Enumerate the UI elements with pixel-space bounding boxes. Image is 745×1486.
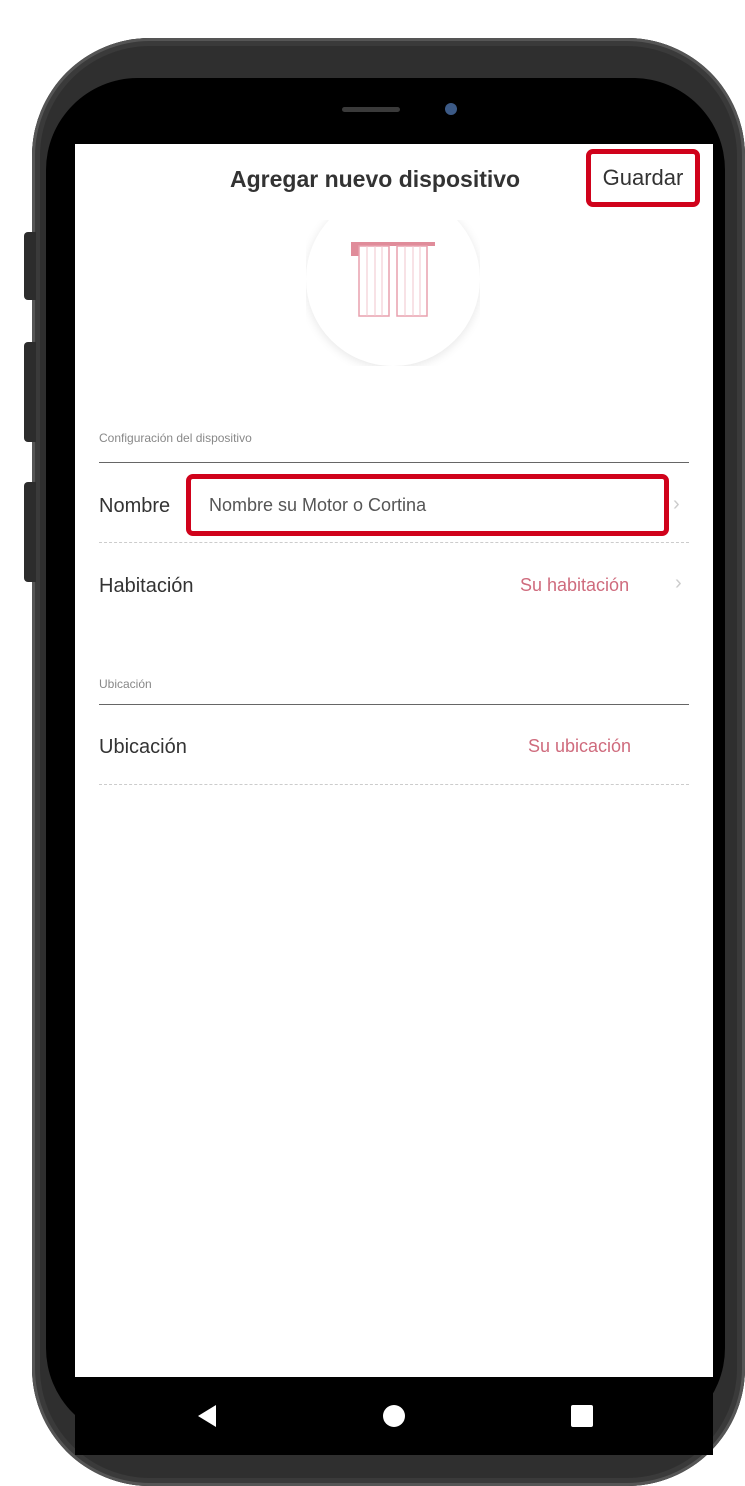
- phone-side-button: [24, 482, 36, 582]
- section-label-location: Ubicación: [99, 677, 152, 691]
- recent-square-icon: [571, 1405, 593, 1427]
- name-input[interactable]: [207, 493, 664, 517]
- location-label: Ubicación: [99, 736, 187, 758]
- app-screen: Agregar nuevo dispositivo Guardar Config…: [75, 144, 713, 1377]
- phone-side-button: [24, 342, 36, 442]
- front-camera: [445, 103, 457, 115]
- back-button[interactable]: [167, 1377, 247, 1455]
- save-button[interactable]: Guardar: [586, 149, 700, 207]
- speaker-grille: [342, 107, 400, 112]
- chevron-right-icon: ›: [673, 493, 680, 515]
- curtain-icon: [351, 242, 435, 317]
- phone-side-button: [24, 232, 36, 300]
- room-label: Habitación: [99, 575, 194, 597]
- name-field[interactable]: [186, 474, 669, 536]
- device-avatar[interactable]: [306, 220, 480, 366]
- page-title: Agregar nuevo dispositivo: [230, 166, 521, 192]
- recent-apps-button[interactable]: [542, 1377, 622, 1455]
- divider: [99, 462, 689, 463]
- location-value[interactable]: Su ubicación: [528, 736, 631, 757]
- divider: [99, 784, 689, 785]
- back-triangle-icon: [198, 1405, 216, 1427]
- section-label-config: Configuración del dispositivo: [99, 431, 252, 445]
- home-circle-icon: [383, 1405, 405, 1427]
- home-button[interactable]: [354, 1377, 434, 1455]
- divider: [99, 704, 689, 705]
- room-value[interactable]: Su habitación: [520, 575, 629, 596]
- phone-notch: [222, 78, 564, 128]
- name-label: Nombre: [99, 495, 171, 517]
- chevron-right-icon[interactable]: ›: [675, 572, 682, 595]
- divider: [99, 542, 689, 543]
- system-nav-bar: [75, 1377, 713, 1455]
